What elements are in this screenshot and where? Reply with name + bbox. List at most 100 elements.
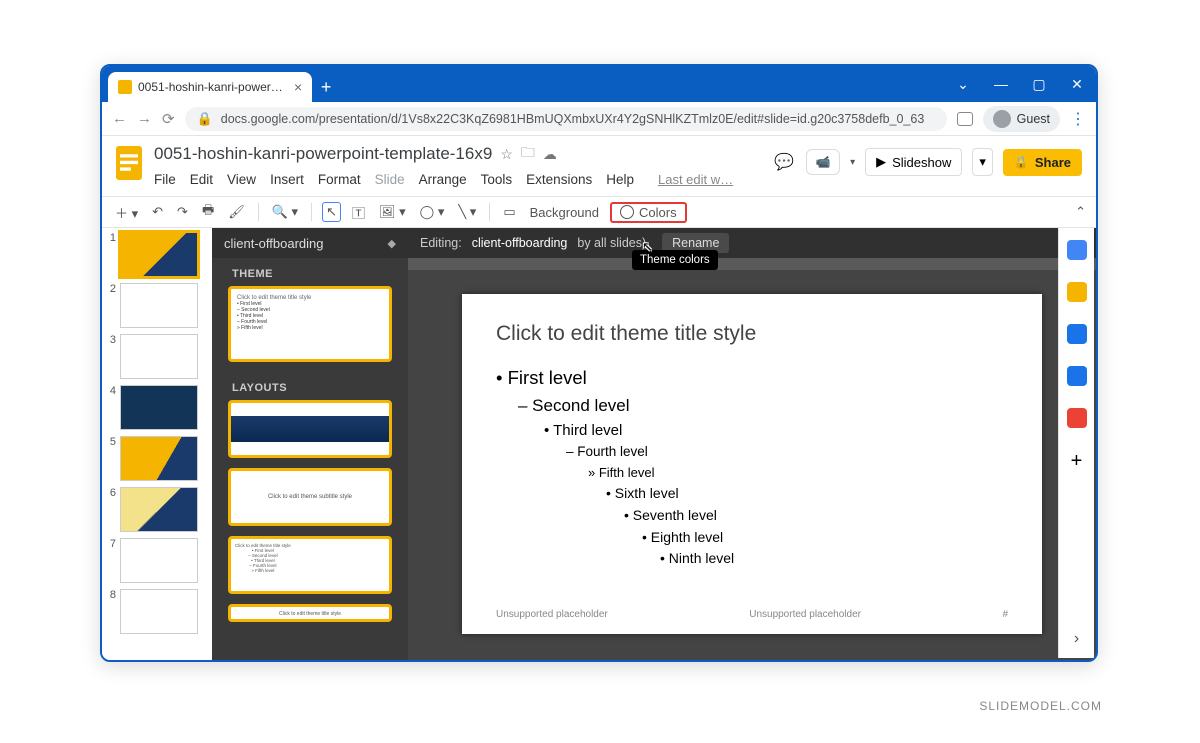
filmstrip[interactable]: 1 2 3 4 5 6 7 8 xyxy=(102,228,212,660)
browser-menu-icon[interactable]: ⋮ xyxy=(1070,109,1086,129)
placeholder-tool[interactable]: ▭ xyxy=(500,202,518,222)
shape-tool[interactable]: ◯ ▾ xyxy=(417,202,448,222)
tasks-icon[interactable] xyxy=(1067,324,1087,344)
menu-help[interactable]: Help xyxy=(606,172,634,187)
layout-thumb-4[interactable]: Click to edit theme title style xyxy=(228,604,392,622)
nav-back-icon[interactable]: ← xyxy=(112,110,127,127)
url-bar: ← → ⟳ 🔒 docs.google.com/presentation/d/1… xyxy=(102,102,1096,136)
menu-slide[interactable]: Slide xyxy=(375,172,405,187)
layout-thumb-3[interactable]: Click to edit theme title style• First l… xyxy=(228,536,392,594)
collapse-toolbar-icon[interactable]: ⌃ xyxy=(1075,204,1086,220)
url-text: docs.google.com/presentation/d/1Vs8x22C3… xyxy=(221,112,925,126)
layout-thumb-2[interactable]: Click to edit theme subtitle style xyxy=(228,468,392,526)
slideshow-button[interactable]: ▶Slideshow xyxy=(865,148,962,176)
meet-button[interactable]: 📹 xyxy=(806,149,840,175)
redo-icon[interactable]: ↷ xyxy=(174,202,191,222)
doc-actions: 💬 📹 ▾ ▶Slideshow ▾ 🔒Share xyxy=(772,142,1082,176)
calendar-icon[interactable] xyxy=(1067,240,1087,260)
menu-bar: File Edit View Insert Format Slide Arran… xyxy=(154,172,760,187)
menu-tools[interactable]: Tools xyxy=(481,172,513,187)
install-app-icon[interactable] xyxy=(957,112,973,126)
addons-plus-icon[interactable]: + xyxy=(1071,450,1083,473)
star-icon[interactable]: ☆ xyxy=(500,146,513,163)
side-panel-expand-icon[interactable]: › xyxy=(1074,630,1079,648)
new-slide-button[interactable]: ＋ ▾ xyxy=(112,201,141,224)
slide-thumb-5[interactable]: 5 xyxy=(106,436,212,481)
close-window-icon[interactable]: ✕ xyxy=(1058,66,1096,102)
layout-thumb-1[interactable] xyxy=(228,400,392,458)
slide-thumb-8[interactable]: 8 xyxy=(106,589,212,634)
tooltip: ↖ Theme colors xyxy=(632,250,718,270)
zoom-icon[interactable]: 🔍 ▾ xyxy=(269,202,301,222)
menu-edit[interactable]: Edit xyxy=(190,172,213,187)
maps-icon[interactable] xyxy=(1067,408,1087,428)
share-lock-icon: 🔒 xyxy=(1014,155,1029,169)
editor-pane: Editing: client-offboarding by all slide… xyxy=(408,228,1096,660)
new-tab-button[interactable]: + xyxy=(312,72,340,102)
slide-thumb-2[interactable]: 2 xyxy=(106,283,212,328)
tab-title: 0051-hoshin-kanri-powerpoint-t xyxy=(138,80,288,94)
lock-icon: 🔒 xyxy=(197,111,213,127)
palette-icon xyxy=(620,205,634,219)
menu-format[interactable]: Format xyxy=(318,172,361,187)
slide-thumb-7[interactable]: 7 xyxy=(106,538,212,583)
move-icon[interactable]: 🗀 xyxy=(521,142,535,166)
theme-body-placeholder[interactable]: • First level – Second level • Third lev… xyxy=(496,364,1008,570)
slide-thumb-6[interactable]: 6 xyxy=(106,487,212,532)
tab-close-icon[interactable]: × xyxy=(294,79,302,95)
menu-extensions[interactable]: Extensions xyxy=(526,172,592,187)
last-edit-link[interactable]: Last edit w… xyxy=(658,172,733,187)
window-dropdown-icon[interactable]: ⌄ xyxy=(944,66,982,102)
slideshow-dropdown[interactable]: ▾ xyxy=(972,148,993,176)
window-controls: ⌄ — ▢ ✕ xyxy=(944,66,1096,102)
theme-master-thumb[interactable]: Click to edit theme title style• First l… xyxy=(228,286,392,362)
print-icon[interactable]: 🖶 xyxy=(199,199,217,225)
browser-window: 0051-hoshin-kanri-powerpoint-t × + ⌄ — ▢… xyxy=(100,64,1098,662)
nav-forward-icon[interactable]: → xyxy=(137,110,152,127)
attribution: SLIDEMODEL.COM xyxy=(979,699,1102,713)
meet-dropdown-icon[interactable]: ▾ xyxy=(850,157,855,168)
image-tool[interactable]: 🖼 ▾ xyxy=(376,202,409,222)
guest-profile[interactable]: Guest xyxy=(983,106,1060,132)
theme-browser-header[interactable]: client-offboarding ◆ xyxy=(212,228,408,258)
menu-file[interactable]: File xyxy=(154,172,176,187)
slide-thumb-3[interactable]: 3 xyxy=(106,334,212,379)
editor-header: Editing: client-offboarding by all slide… xyxy=(408,228,1096,258)
slide-thumb-4[interactable]: 4 xyxy=(106,385,212,430)
undo-icon[interactable]: ↶ xyxy=(149,202,166,222)
menu-view[interactable]: View xyxy=(227,172,256,187)
minimize-icon[interactable]: — xyxy=(982,66,1020,102)
reload-icon[interactable]: ⟳ xyxy=(162,110,175,128)
line-tool[interactable]: ╲ ▾ xyxy=(455,202,479,222)
colors-button[interactable]: Colors xyxy=(610,202,687,223)
paint-format-icon[interactable]: 🖌 xyxy=(225,202,248,222)
browser-tab[interactable]: 0051-hoshin-kanri-powerpoint-t × xyxy=(108,72,312,102)
contacts-icon[interactable] xyxy=(1067,366,1087,386)
slides-logo-icon[interactable] xyxy=(116,146,142,180)
editing-name: client-offboarding xyxy=(472,236,568,250)
canvas-area[interactable]: Click to edit theme title style • First … xyxy=(408,270,1096,660)
textbox-tool[interactable]: 🅃 xyxy=(349,201,368,224)
maximize-icon[interactable]: ▢ xyxy=(1020,66,1058,102)
titlebar: 0051-hoshin-kanri-powerpoint-t × + ⌄ — ▢… xyxy=(102,66,1096,102)
comments-icon[interactable]: 💬 xyxy=(772,150,796,174)
doc-title[interactable]: 0051-hoshin-kanri-powerpoint-template-16… xyxy=(154,144,492,164)
cursor-icon: ↖ xyxy=(642,239,653,255)
menu-arrange[interactable]: Arrange xyxy=(419,172,467,187)
guest-label: Guest xyxy=(1017,112,1050,126)
select-tool[interactable]: ↖ xyxy=(322,202,341,222)
address-bar[interactable]: 🔒 docs.google.com/presentation/d/1Vs8x22… xyxy=(185,107,947,131)
cloud-status-icon[interactable]: ☁ xyxy=(543,146,557,163)
theme-browser: client-offboarding ◆ THEME Click to edit… xyxy=(212,228,408,660)
theme-title-placeholder[interactable]: Click to edit theme title style xyxy=(496,322,1008,346)
ruler[interactable] xyxy=(408,258,1096,270)
theme-dropdown-icon[interactable]: ◆ xyxy=(388,237,396,250)
background-button[interactable]: Background xyxy=(527,203,602,222)
doc-header: 0051-hoshin-kanri-powerpoint-template-16… xyxy=(102,136,1096,196)
menu-insert[interactable]: Insert xyxy=(270,172,304,187)
share-button[interactable]: 🔒Share xyxy=(1003,149,1082,176)
tab-favicon xyxy=(118,80,132,94)
master-slide-canvas[interactable]: Click to edit theme title style • First … xyxy=(462,294,1042,634)
keep-icon[interactable] xyxy=(1067,282,1087,302)
slide-thumb-1[interactable]: 1 xyxy=(106,232,212,277)
